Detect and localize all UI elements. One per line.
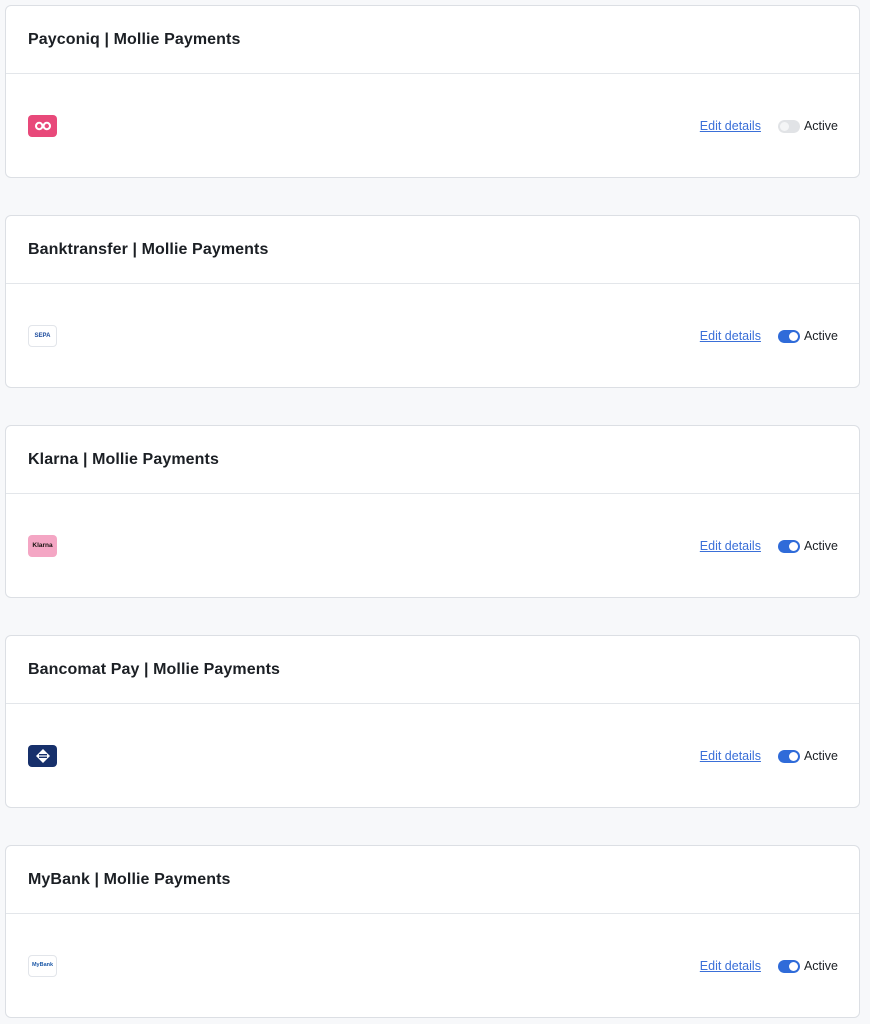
payconiq-logo-icon	[28, 115, 57, 137]
card-actions: Edit details Active	[700, 118, 838, 134]
sepa-logo-text: SEPA	[34, 333, 51, 339]
edit-details-link[interactable]: Edit details	[700, 539, 761, 553]
active-label: Active	[803, 539, 838, 553]
payment-method-card-banktransfer: Banktransfer | Mollie Payments SEPA Edit…	[5, 215, 860, 388]
card-body: SEPA Edit details Active	[6, 284, 859, 387]
active-toggle[interactable]	[777, 119, 800, 133]
edit-details-link[interactable]: Edit details	[700, 749, 761, 763]
active-toggle[interactable]	[777, 749, 800, 763]
card-body: Edit details Active	[6, 74, 859, 177]
active-toggle[interactable]	[777, 329, 800, 343]
bancomat-pay-logo-icon	[28, 745, 57, 767]
toggle-knob	[788, 331, 798, 341]
card-title: Payconiq | Mollie Payments	[28, 30, 241, 48]
klarna-logo-text: Klarna	[32, 541, 53, 549]
card-actions: Edit details Active	[700, 748, 838, 764]
card-title: Bancomat Pay | Mollie Payments	[28, 660, 281, 678]
klarna-logo-icon: Klarna	[28, 535, 57, 557]
card-header: MyBank | Mollie Payments	[6, 846, 859, 914]
card-body: Klarna Edit details Active	[6, 494, 859, 597]
active-label: Active	[803, 749, 838, 763]
card-actions: Edit details Active	[700, 538, 838, 554]
card-title: MyBank | Mollie Payments	[28, 870, 231, 888]
card-header: Klarna | Mollie Payments	[6, 426, 859, 494]
card-body: MyBank Edit details Active	[6, 914, 859, 1017]
card-header: Payconiq | Mollie Payments	[6, 6, 859, 74]
payment-method-card-bancomat-pay: Bancomat Pay | Mollie Payments Edit deta…	[5, 635, 860, 808]
card-body: Edit details Active	[6, 704, 859, 807]
toggle-knob	[788, 961, 798, 971]
payment-method-card-mybank: MyBank | Mollie Payments MyBank Edit det…	[5, 845, 860, 1018]
sepa-logo-icon: SEPA	[28, 325, 57, 347]
card-header: Bancomat Pay | Mollie Payments	[6, 636, 859, 704]
card-actions: Edit details Active	[700, 328, 838, 344]
payment-method-card-klarna: Klarna | Mollie Payments Klarna Edit det…	[5, 425, 860, 598]
active-toggle[interactable]	[777, 959, 800, 973]
active-label: Active	[803, 119, 838, 133]
payment-methods-list: Payconiq | Mollie Payments Edit details …	[0, 0, 870, 1024]
edit-details-link[interactable]: Edit details	[700, 329, 761, 343]
active-label: Active	[803, 329, 838, 343]
card-title: Banktransfer | Mollie Payments	[28, 240, 269, 258]
edit-details-link[interactable]: Edit details	[700, 119, 761, 133]
toggle-knob	[788, 751, 798, 761]
card-header: Banktransfer | Mollie Payments	[6, 216, 859, 284]
card-title: Klarna | Mollie Payments	[28, 450, 219, 468]
active-toggle[interactable]	[777, 539, 800, 553]
card-actions: Edit details Active	[700, 958, 838, 974]
payment-method-card-payconiq: Payconiq | Mollie Payments Edit details …	[5, 5, 860, 178]
mybank-logo-icon: MyBank	[28, 955, 57, 977]
mybank-logo-text: MyBank	[31, 962, 54, 969]
active-label: Active	[803, 959, 838, 973]
toggle-knob	[788, 541, 798, 551]
toggle-knob	[779, 121, 789, 131]
edit-details-link[interactable]: Edit details	[700, 959, 761, 973]
